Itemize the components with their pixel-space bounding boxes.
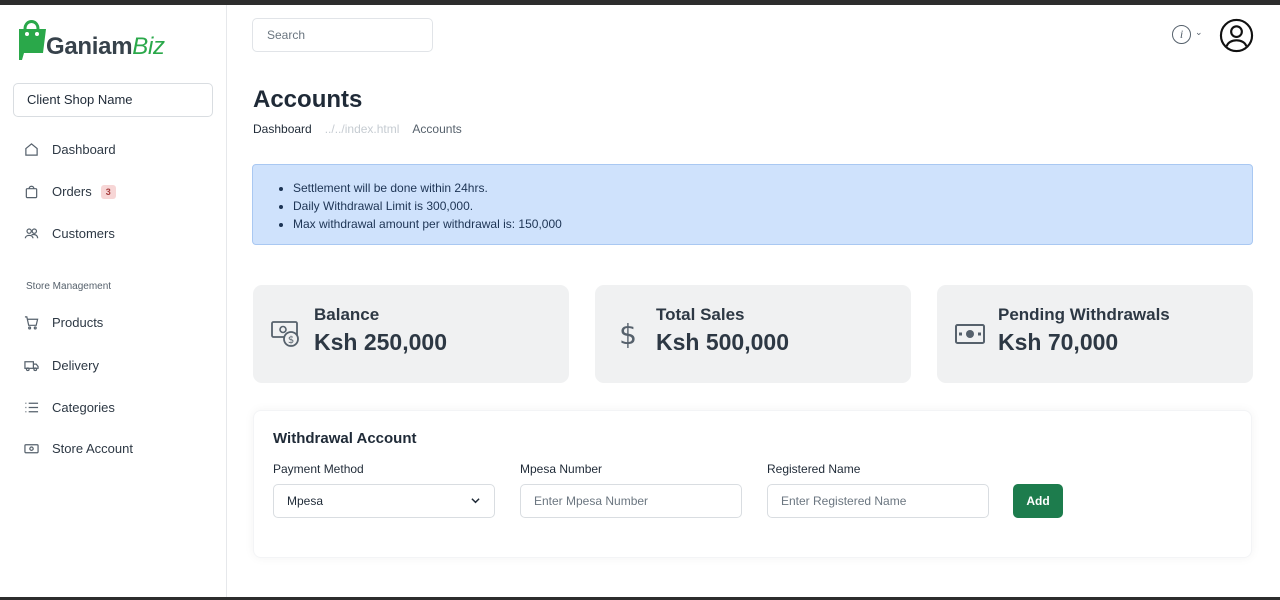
brand-logo[interactable]: GaniamBiz bbox=[16, 15, 165, 61]
breadcrumb: Dashboard ../../index.html Accounts bbox=[253, 122, 462, 136]
sidebar-item-label: Customers bbox=[52, 226, 115, 241]
sidebar-item-label: Dashboard bbox=[52, 142, 116, 157]
info-alert: Settlement will be done within 24hrs. Da… bbox=[252, 164, 1253, 245]
info-menu[interactable]: i ⌄ bbox=[1172, 25, 1203, 44]
chevron-down-icon bbox=[471, 498, 480, 504]
truck-icon bbox=[24, 361, 39, 372]
sidebar-item-label: Store Account bbox=[52, 441, 133, 456]
payment-method-select[interactable]: Mpesa bbox=[273, 484, 495, 518]
sidebar-item-dashboard[interactable]: Dashboard bbox=[24, 142, 116, 157]
total-sales-label: Total Sales bbox=[656, 305, 745, 324]
dollar-icon: $ bbox=[619, 319, 637, 349]
pending-withdrawals-value: Ksh 70,000 bbox=[998, 329, 1119, 355]
users-icon bbox=[24, 228, 39, 239]
registered-name-label: Registered Name bbox=[767, 462, 861, 476]
balance-card: $ Balance Ksh 250,000 bbox=[253, 285, 569, 383]
shop-selector[interactable]: Client Shop Name bbox=[13, 83, 213, 117]
mpesa-number-input[interactable] bbox=[520, 484, 742, 518]
sidebar-item-label: Orders bbox=[52, 184, 92, 199]
pending-withdrawals-label: Pending Withdrawals bbox=[998, 305, 1170, 324]
withdrawal-account-title: Withdrawal Account bbox=[273, 430, 417, 447]
total-sales-card: $ Total Sales Ksh 500,000 bbox=[595, 285, 911, 383]
cash-icon bbox=[24, 444, 39, 454]
money-coin-icon: $ bbox=[271, 321, 299, 347]
sidebar-item-delivery[interactable]: Delivery bbox=[24, 358, 99, 373]
alert-item: Settlement will be done within 24hrs. bbox=[293, 179, 1252, 197]
cart-icon bbox=[24, 316, 39, 330]
info-icon: i bbox=[1172, 25, 1191, 44]
sidebar: GaniamBiz Client Shop Name Dashboard Ord… bbox=[0, 5, 227, 597]
sidebar-item-categories[interactable]: Categories bbox=[24, 400, 115, 415]
sidebar-item-products[interactable]: Products bbox=[24, 315, 103, 330]
breadcrumb-separator[interactable]: ../../index.html bbox=[325, 122, 400, 136]
payment-method-label: Payment Method bbox=[273, 462, 364, 476]
balance-value: Ksh 250,000 bbox=[314, 329, 447, 355]
alert-item: Daily Withdrawal Limit is 300,000. bbox=[293, 197, 1252, 215]
mpesa-number-label: Mpesa Number bbox=[520, 462, 603, 476]
alert-item: Max withdrawal amount per withdrawal is:… bbox=[293, 215, 1252, 233]
pending-withdrawals-card: Pending Withdrawals Ksh 70,000 bbox=[937, 285, 1253, 383]
home-icon bbox=[25, 143, 38, 156]
brand-name-accent: Biz bbox=[132, 33, 165, 60]
chevron-down-icon: ⌄ bbox=[1195, 27, 1203, 37]
sidebar-item-label: Products bbox=[52, 315, 104, 330]
sidebar-item-customers[interactable]: Customers bbox=[24, 226, 115, 241]
list-icon bbox=[25, 402, 39, 413]
shopping-bag-logo-icon bbox=[19, 20, 46, 60]
add-button[interactable]: Add bbox=[1013, 484, 1063, 518]
search-input[interactable] bbox=[252, 18, 433, 52]
page-title: Accounts bbox=[253, 86, 363, 113]
balance-label: Balance bbox=[314, 305, 380, 324]
banknote-icon bbox=[955, 324, 985, 344]
alert-list: Settlement will be done within 24hrs. Da… bbox=[293, 179, 1252, 233]
svg-text:$: $ bbox=[288, 335, 294, 346]
sidebar-item-store-account[interactable]: Store Account bbox=[24, 441, 133, 456]
brand-name-main: Ganiam bbox=[46, 33, 133, 60]
sidebar-item-label: Delivery bbox=[52, 358, 99, 373]
sidebar-item-orders[interactable]: Orders 3 bbox=[24, 184, 116, 199]
sidebar-item-label: Categories bbox=[52, 400, 115, 415]
section-label-store-management: Store Management bbox=[26, 281, 112, 292]
breadcrumb-dashboard-link[interactable]: Dashboard bbox=[253, 122, 312, 136]
payment-method-value: Mpesa bbox=[287, 494, 324, 508]
user-circle-icon[interactable] bbox=[1219, 18, 1254, 53]
breadcrumb-current: Accounts bbox=[412, 122, 462, 136]
registered-name-input[interactable] bbox=[767, 484, 989, 518]
total-sales-value: Ksh 500,000 bbox=[656, 329, 789, 355]
brand-name: GaniamBiz bbox=[46, 33, 165, 61]
svg-text:$: $ bbox=[619, 319, 637, 349]
orders-count-badge: 3 bbox=[100, 184, 116, 199]
withdrawal-account-panel: Withdrawal Account Payment Method Mpesa … bbox=[253, 410, 1252, 558]
bag-icon bbox=[25, 185, 38, 199]
